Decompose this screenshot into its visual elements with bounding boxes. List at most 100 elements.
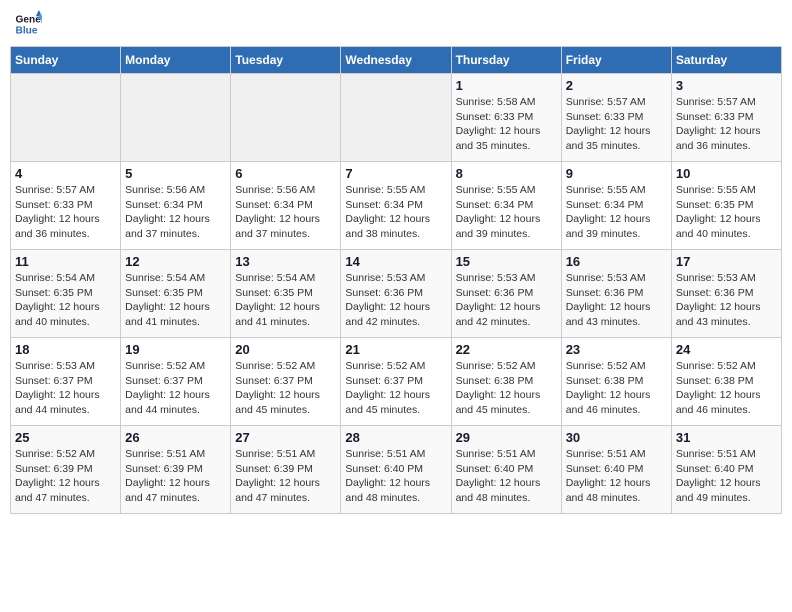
day-cell: 16Sunrise: 5:53 AM Sunset: 6:36 PM Dayli… bbox=[561, 250, 671, 338]
day-cell: 29Sunrise: 5:51 AM Sunset: 6:40 PM Dayli… bbox=[451, 426, 561, 514]
day-number: 12 bbox=[125, 254, 226, 269]
day-number: 31 bbox=[676, 430, 777, 445]
day-info: Sunrise: 5:55 AM Sunset: 6:35 PM Dayligh… bbox=[676, 183, 777, 242]
day-info: Sunrise: 5:52 AM Sunset: 6:38 PM Dayligh… bbox=[566, 359, 667, 418]
day-cell bbox=[11, 74, 121, 162]
day-number: 3 bbox=[676, 78, 777, 93]
day-number: 24 bbox=[676, 342, 777, 357]
day-number: 1 bbox=[456, 78, 557, 93]
day-number: 2 bbox=[566, 78, 667, 93]
day-info: Sunrise: 5:53 AM Sunset: 6:36 PM Dayligh… bbox=[456, 271, 557, 330]
day-info: Sunrise: 5:52 AM Sunset: 6:38 PM Dayligh… bbox=[676, 359, 777, 418]
week-row-3: 11 Sunrise: 5:54 AM Sunset: 6:35 PM Dayli… bbox=[11, 250, 782, 338]
day-cell bbox=[121, 74, 231, 162]
day-number: 15 bbox=[456, 254, 557, 269]
day-info: Sunrise: 5:53 AM Sunset: 6:36 PM Dayligh… bbox=[676, 271, 777, 330]
logo: General Blue bbox=[14, 10, 46, 38]
day-cell: 18Sunrise: 5:53 AM Sunset: 6:37 PM Dayli… bbox=[11, 338, 121, 426]
day-info: Sunrise: 5:55 AM Sunset: 6:34 PM Dayligh… bbox=[345, 183, 446, 242]
day-info: Sunrise: 5:53 AM Sunset: 6:36 PM Dayligh… bbox=[345, 271, 446, 330]
day-cell: 15 Sunrise: 5:53 AM Sunset: 6:36 PM Dayli… bbox=[451, 250, 561, 338]
day-info: Sunrise: 5:54 AM Sunset: 6:35 PM Dayligh… bbox=[15, 271, 116, 330]
day-cell: 31 Sunrise: 5:51 AM Sunset: 6:40 PM Dayli… bbox=[671, 426, 781, 514]
day-info: Sunrise: 5:51 AM Sunset: 6:40 PM Dayligh… bbox=[676, 447, 777, 506]
day-number: 21 bbox=[345, 342, 446, 357]
week-row-5: 25Sunrise: 5:52 AM Sunset: 6:39 PM Dayli… bbox=[11, 426, 782, 514]
day-number: 22 bbox=[456, 342, 557, 357]
week-row-1: 1 Sunrise: 5:58 AM Sunset: 6:33 PM Daylig… bbox=[11, 74, 782, 162]
day-info: Sunrise: 5:51 AM Sunset: 6:39 PM Dayligh… bbox=[235, 447, 336, 506]
week-row-2: 4 Sunrise: 5:57 AM Sunset: 6:33 PM Daylig… bbox=[11, 162, 782, 250]
day-cell: 26Sunrise: 5:51 AM Sunset: 6:39 PM Dayli… bbox=[121, 426, 231, 514]
day-header-sunday: Sunday bbox=[11, 47, 121, 74]
day-cell: 30 Sunrise: 5:51 AM Sunset: 6:40 PM Dayli… bbox=[561, 426, 671, 514]
day-cell: 28 Sunrise: 5:51 AM Sunset: 6:40 PM Dayli… bbox=[341, 426, 451, 514]
day-cell: 3 Sunrise: 5:57 AM Sunset: 6:33 PM Daylig… bbox=[671, 74, 781, 162]
day-header-thursday: Thursday bbox=[451, 47, 561, 74]
day-info: Sunrise: 5:52 AM Sunset: 6:37 PM Dayligh… bbox=[125, 359, 226, 418]
day-cell: 2 Sunrise: 5:57 AM Sunset: 6:33 PM Daylig… bbox=[561, 74, 671, 162]
day-info: Sunrise: 5:58 AM Sunset: 6:33 PM Dayligh… bbox=[456, 95, 557, 154]
day-info: Sunrise: 5:52 AM Sunset: 6:37 PM Dayligh… bbox=[345, 359, 446, 418]
day-number: 11 bbox=[15, 254, 116, 269]
day-info: Sunrise: 5:55 AM Sunset: 6:34 PM Dayligh… bbox=[456, 183, 557, 242]
day-info: Sunrise: 5:52 AM Sunset: 6:39 PM Dayligh… bbox=[15, 447, 116, 506]
day-info: Sunrise: 5:57 AM Sunset: 6:33 PM Dayligh… bbox=[676, 95, 777, 154]
day-number: 16 bbox=[566, 254, 667, 269]
day-number: 28 bbox=[345, 430, 446, 445]
day-cell: 24 Sunrise: 5:52 AM Sunset: 6:38 PM Dayli… bbox=[671, 338, 781, 426]
day-number: 8 bbox=[456, 166, 557, 181]
day-info: Sunrise: 5:52 AM Sunset: 6:37 PM Dayligh… bbox=[235, 359, 336, 418]
logo-icon: General Blue bbox=[14, 10, 42, 38]
day-cell: 20Sunrise: 5:52 AM Sunset: 6:37 PM Dayli… bbox=[231, 338, 341, 426]
day-number: 13 bbox=[235, 254, 336, 269]
day-number: 17 bbox=[676, 254, 777, 269]
day-cell: 23 Sunrise: 5:52 AM Sunset: 6:38 PM Dayli… bbox=[561, 338, 671, 426]
day-number: 29 bbox=[456, 430, 557, 445]
header-row: SundayMondayTuesdayWednesdayThursdayFrid… bbox=[11, 47, 782, 74]
day-cell: 8 Sunrise: 5:55 AM Sunset: 6:34 PM Daylig… bbox=[451, 162, 561, 250]
day-info: Sunrise: 5:57 AM Sunset: 6:33 PM Dayligh… bbox=[15, 183, 116, 242]
day-header-friday: Friday bbox=[561, 47, 671, 74]
day-header-saturday: Saturday bbox=[671, 47, 781, 74]
day-info: Sunrise: 5:52 AM Sunset: 6:38 PM Dayligh… bbox=[456, 359, 557, 418]
page-header: General Blue bbox=[10, 10, 782, 38]
day-cell: 9Sunrise: 5:55 AM Sunset: 6:34 PM Daylig… bbox=[561, 162, 671, 250]
day-cell: 10Sunrise: 5:55 AM Sunset: 6:35 PM Dayli… bbox=[671, 162, 781, 250]
day-cell: 1 Sunrise: 5:58 AM Sunset: 6:33 PM Daylig… bbox=[451, 74, 561, 162]
day-number: 23 bbox=[566, 342, 667, 357]
day-info: Sunrise: 5:51 AM Sunset: 6:40 PM Dayligh… bbox=[566, 447, 667, 506]
day-cell: 4 Sunrise: 5:57 AM Sunset: 6:33 PM Daylig… bbox=[11, 162, 121, 250]
day-number: 27 bbox=[235, 430, 336, 445]
day-header-tuesday: Tuesday bbox=[231, 47, 341, 74]
day-number: 26 bbox=[125, 430, 226, 445]
day-cell bbox=[231, 74, 341, 162]
day-info: Sunrise: 5:53 AM Sunset: 6:37 PM Dayligh… bbox=[15, 359, 116, 418]
day-number: 14 bbox=[345, 254, 446, 269]
day-cell: 6 Sunrise: 5:56 AM Sunset: 6:34 PM Daylig… bbox=[231, 162, 341, 250]
day-cell: 13 Sunrise: 5:54 AM Sunset: 6:35 PM Dayli… bbox=[231, 250, 341, 338]
day-header-monday: Monday bbox=[121, 47, 231, 74]
day-info: Sunrise: 5:55 AM Sunset: 6:34 PM Dayligh… bbox=[566, 183, 667, 242]
day-number: 4 bbox=[15, 166, 116, 181]
svg-text:Blue: Blue bbox=[16, 25, 38, 36]
day-info: Sunrise: 5:56 AM Sunset: 6:34 PM Dayligh… bbox=[235, 183, 336, 242]
day-info: Sunrise: 5:54 AM Sunset: 6:35 PM Dayligh… bbox=[125, 271, 226, 330]
calendar-table: SundayMondayTuesdayWednesdayThursdayFrid… bbox=[10, 46, 782, 514]
week-row-4: 18Sunrise: 5:53 AM Sunset: 6:37 PM Dayli… bbox=[11, 338, 782, 426]
day-info: Sunrise: 5:54 AM Sunset: 6:35 PM Dayligh… bbox=[235, 271, 336, 330]
day-number: 5 bbox=[125, 166, 226, 181]
day-cell: 19Sunrise: 5:52 AM Sunset: 6:37 PM Dayli… bbox=[121, 338, 231, 426]
day-cell: 11 Sunrise: 5:54 AM Sunset: 6:35 PM Dayli… bbox=[11, 250, 121, 338]
day-number: 6 bbox=[235, 166, 336, 181]
day-cell: 21 Sunrise: 5:52 AM Sunset: 6:37 PM Dayli… bbox=[341, 338, 451, 426]
day-info: Sunrise: 5:57 AM Sunset: 6:33 PM Dayligh… bbox=[566, 95, 667, 154]
day-cell: 12 Sunrise: 5:54 AM Sunset: 6:35 PM Dayli… bbox=[121, 250, 231, 338]
day-number: 30 bbox=[566, 430, 667, 445]
day-cell: 25Sunrise: 5:52 AM Sunset: 6:39 PM Dayli… bbox=[11, 426, 121, 514]
day-cell: 5Sunrise: 5:56 AM Sunset: 6:34 PM Daylig… bbox=[121, 162, 231, 250]
day-cell: 27 Sunrise: 5:51 AM Sunset: 6:39 PM Dayli… bbox=[231, 426, 341, 514]
day-cell: 22 Sunrise: 5:52 AM Sunset: 6:38 PM Dayli… bbox=[451, 338, 561, 426]
day-info: Sunrise: 5:51 AM Sunset: 6:40 PM Dayligh… bbox=[345, 447, 446, 506]
day-cell bbox=[341, 74, 451, 162]
